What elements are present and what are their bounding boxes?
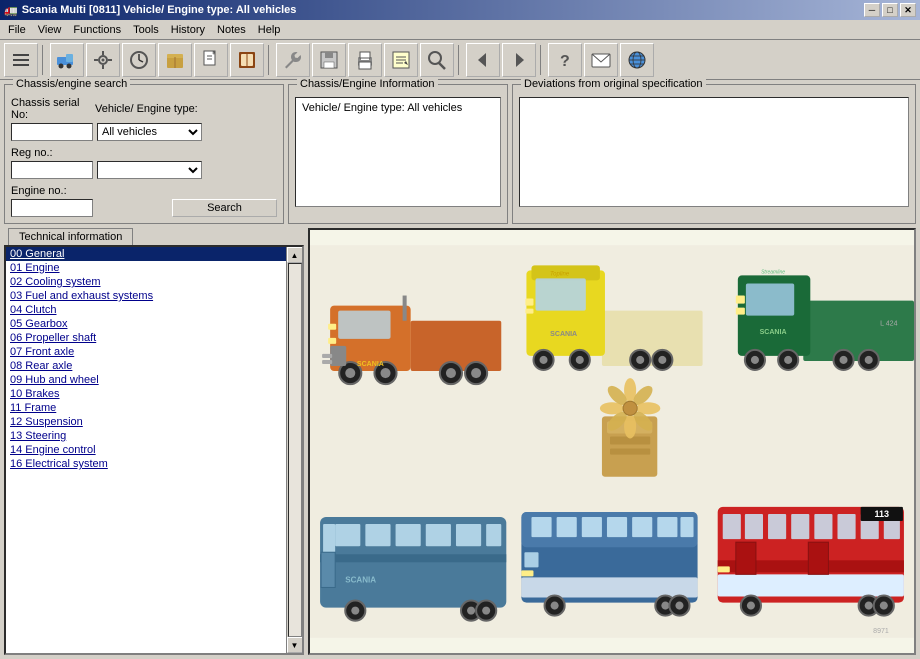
vehicle-type-label: Vehicle/ Engine type: — [95, 103, 198, 115]
tech-info-tab[interactable]: Technical information — [8, 228, 133, 245]
svg-text:Streamline: Streamline — [761, 269, 785, 275]
scrollbar[interactable]: ▲ ▼ — [286, 247, 302, 653]
toolbar-btn-email[interactable] — [584, 43, 618, 77]
svg-text:L 424: L 424 — [880, 321, 897, 328]
toolbar-btn-settings[interactable] — [86, 43, 120, 77]
chassis-search-panel: Chassis/engine search Chassis serial No:… — [4, 84, 284, 224]
minimize-button[interactable]: ─ — [864, 3, 880, 17]
chassis-info-panel: Chassis/Engine Information Vehicle/ Engi… — [288, 84, 508, 224]
menu-tools[interactable]: Tools — [127, 22, 165, 38]
tech-list: 00 General01 Engine02 Cooling system03 F… — [6, 247, 302, 653]
tech-list-item[interactable]: 09 Hub and wheel — [6, 373, 286, 387]
reg-no-input[interactable] — [11, 161, 93, 179]
tech-list-item[interactable]: 12 Suspension — [6, 415, 286, 429]
scroll-up-button[interactable]: ▲ — [287, 247, 303, 263]
toolbar-separator-2 — [268, 45, 272, 75]
menu-view[interactable]: View — [32, 22, 68, 38]
menu-file[interactable]: File — [2, 22, 32, 38]
tech-list-item[interactable]: 05 Gearbox — [6, 317, 286, 331]
menu-functions[interactable]: Functions — [67, 22, 127, 38]
toolbar-separator-4 — [540, 45, 544, 75]
toolbar-btn-book[interactable] — [230, 43, 264, 77]
tech-list-item[interactable]: 06 Propeller shaft — [6, 331, 286, 345]
search-panels-row: Chassis/engine search Chassis serial No:… — [4, 84, 916, 224]
toolbar-btn-search[interactable] — [420, 43, 454, 77]
svg-text:SCANIA: SCANIA — [760, 329, 787, 336]
toolbar-btn-vehicles[interactable] — [50, 43, 84, 77]
close-button[interactable]: ✕ — [900, 3, 916, 17]
title-text: Scania Multi [0811] Vehicle/ Engine type… — [22, 4, 297, 16]
toolbar-btn-back[interactable] — [466, 43, 500, 77]
tech-list-item[interactable]: 10 Brakes — [6, 387, 286, 401]
tech-list-item[interactable]: 08 Rear axle — [6, 359, 286, 373]
tech-list-item[interactable]: 16 Electrical system — [6, 457, 286, 471]
tech-list-item[interactable]: 11 Frame — [6, 401, 286, 415]
chassis-info-text: Vehicle/ Engine type: All vehicles — [300, 100, 464, 116]
vehicle-type-select[interactable]: All vehicles — [97, 123, 202, 141]
tech-list-item[interactable]: 13 Steering — [6, 429, 286, 443]
tech-list-item[interactable]: 03 Fuel and exhaust systems — [6, 289, 286, 303]
tech-section: Technical information 00 General01 Engin… — [4, 228, 916, 655]
svg-text:SCANIA: SCANIA — [345, 575, 376, 584]
toolbar-btn-help[interactable]: ? — [548, 43, 582, 77]
svg-text:SCANIA: SCANIA — [357, 361, 384, 368]
svg-text:Topline: Topline — [550, 271, 570, 277]
scroll-track[interactable] — [288, 263, 302, 637]
svg-text:?: ? — [560, 53, 570, 70]
toolbar: ? — [0, 40, 920, 80]
menu-notes[interactable]: Notes — [211, 22, 252, 38]
vehicle-images-panel: SCANIA — [308, 228, 916, 655]
toolbar-btn-note[interactable] — [384, 43, 418, 77]
svg-text:113: 113 — [874, 509, 889, 519]
app-icon: 🚛 — [4, 4, 18, 17]
scroll-down-button[interactable]: ▼ — [287, 637, 303, 653]
main-content: Chassis/engine search Chassis serial No:… — [0, 80, 920, 659]
tech-list-item[interactable]: 02 Cooling system — [6, 275, 286, 289]
deviations-panel: Deviations from original specification — [512, 84, 916, 224]
toolbar-btn-forward[interactable] — [502, 43, 536, 77]
chassis-serial-label: Chassis serial No: — [11, 97, 91, 121]
tech-list-item[interactable]: 07 Front axle — [6, 345, 286, 359]
vehicles-svg: SCANIA — [310, 230, 914, 653]
menu-bar: File View Functions Tools History Notes … — [0, 20, 920, 40]
tech-list-container: 00 General01 Engine02 Cooling system03 F… — [4, 245, 304, 655]
engine-no-label: Engine no.: — [11, 185, 91, 197]
toolbar-btn-print[interactable] — [348, 43, 382, 77]
toolbar-btn-1[interactable] — [4, 43, 38, 77]
menu-history[interactable]: History — [165, 22, 211, 38]
toolbar-btn-globe[interactable] — [620, 43, 654, 77]
tech-list-item[interactable]: 04 Clutch — [6, 303, 286, 317]
maximize-button[interactable]: □ — [882, 3, 898, 17]
tech-list-item[interactable]: 01 Engine — [6, 261, 286, 275]
chassis-info-legend: Chassis/Engine Information — [297, 78, 438, 90]
reg-no-select[interactable] — [97, 161, 202, 179]
reg-no-label: Reg no.: — [11, 147, 91, 159]
chassis-search-legend: Chassis/engine search — [13, 78, 130, 90]
toolbar-btn-save[interactable] — [312, 43, 346, 77]
toolbar-btn-doc[interactable] — [194, 43, 228, 77]
engine-no-input[interactable] — [11, 199, 93, 217]
svg-text:8971: 8971 — [873, 628, 889, 635]
title-bar: 🚛 Scania Multi [0811] Vehicle/ Engine ty… — [0, 0, 920, 20]
menu-help[interactable]: Help — [252, 22, 287, 38]
tech-list-item[interactable]: 00 General — [6, 247, 286, 261]
toolbar-btn-box[interactable] — [158, 43, 192, 77]
deviations-legend: Deviations from original specification — [521, 78, 706, 90]
search-button[interactable]: Search — [172, 199, 277, 217]
toolbar-separator-3 — [458, 45, 462, 75]
svg-text:SCANIA: SCANIA — [550, 331, 577, 338]
chassis-serial-input[interactable] — [11, 123, 93, 141]
toolbar-btn-wrench[interactable] — [276, 43, 310, 77]
tech-list-item[interactable]: 14 Engine control — [6, 443, 286, 457]
toolbar-btn-clock[interactable] — [122, 43, 156, 77]
tech-tab-area: Technical information 00 General01 Engin… — [4, 228, 304, 655]
toolbar-separator-1 — [42, 45, 46, 75]
